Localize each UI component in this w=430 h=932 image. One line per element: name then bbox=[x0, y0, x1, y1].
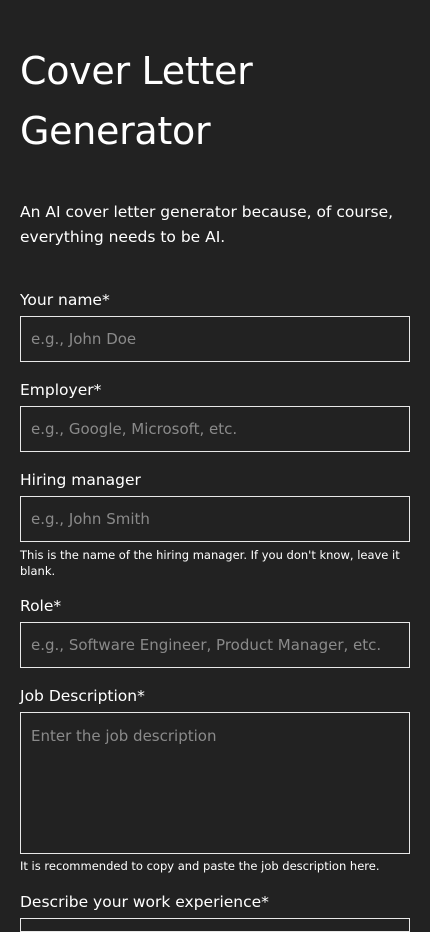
page-subtitle: An AI cover letter generator because, of… bbox=[20, 203, 394, 246]
job-description-textarea[interactable] bbox=[20, 712, 410, 854]
job-description-help-text: It is recommended to copy and paste the … bbox=[20, 859, 380, 873]
role-input[interactable] bbox=[20, 622, 410, 668]
employer-input[interactable] bbox=[20, 406, 410, 452]
hiring-manager-help-text: This is the name of the hiring manager. … bbox=[20, 548, 400, 578]
work-experience-label: Describe your work experience* bbox=[20, 893, 269, 911]
job-description-label: Job Description* bbox=[20, 687, 145, 705]
name-input[interactable] bbox=[20, 316, 410, 362]
role-label: Role* bbox=[20, 597, 62, 615]
page-title: Cover Letter Generator bbox=[20, 49, 253, 153]
work-experience-textarea[interactable] bbox=[20, 918, 410, 932]
hiring-manager-label: Hiring manager bbox=[20, 471, 141, 489]
name-label: Your name* bbox=[20, 291, 110, 309]
hiring-manager-input[interactable] bbox=[20, 496, 410, 542]
employer-label: Employer* bbox=[20, 381, 102, 399]
